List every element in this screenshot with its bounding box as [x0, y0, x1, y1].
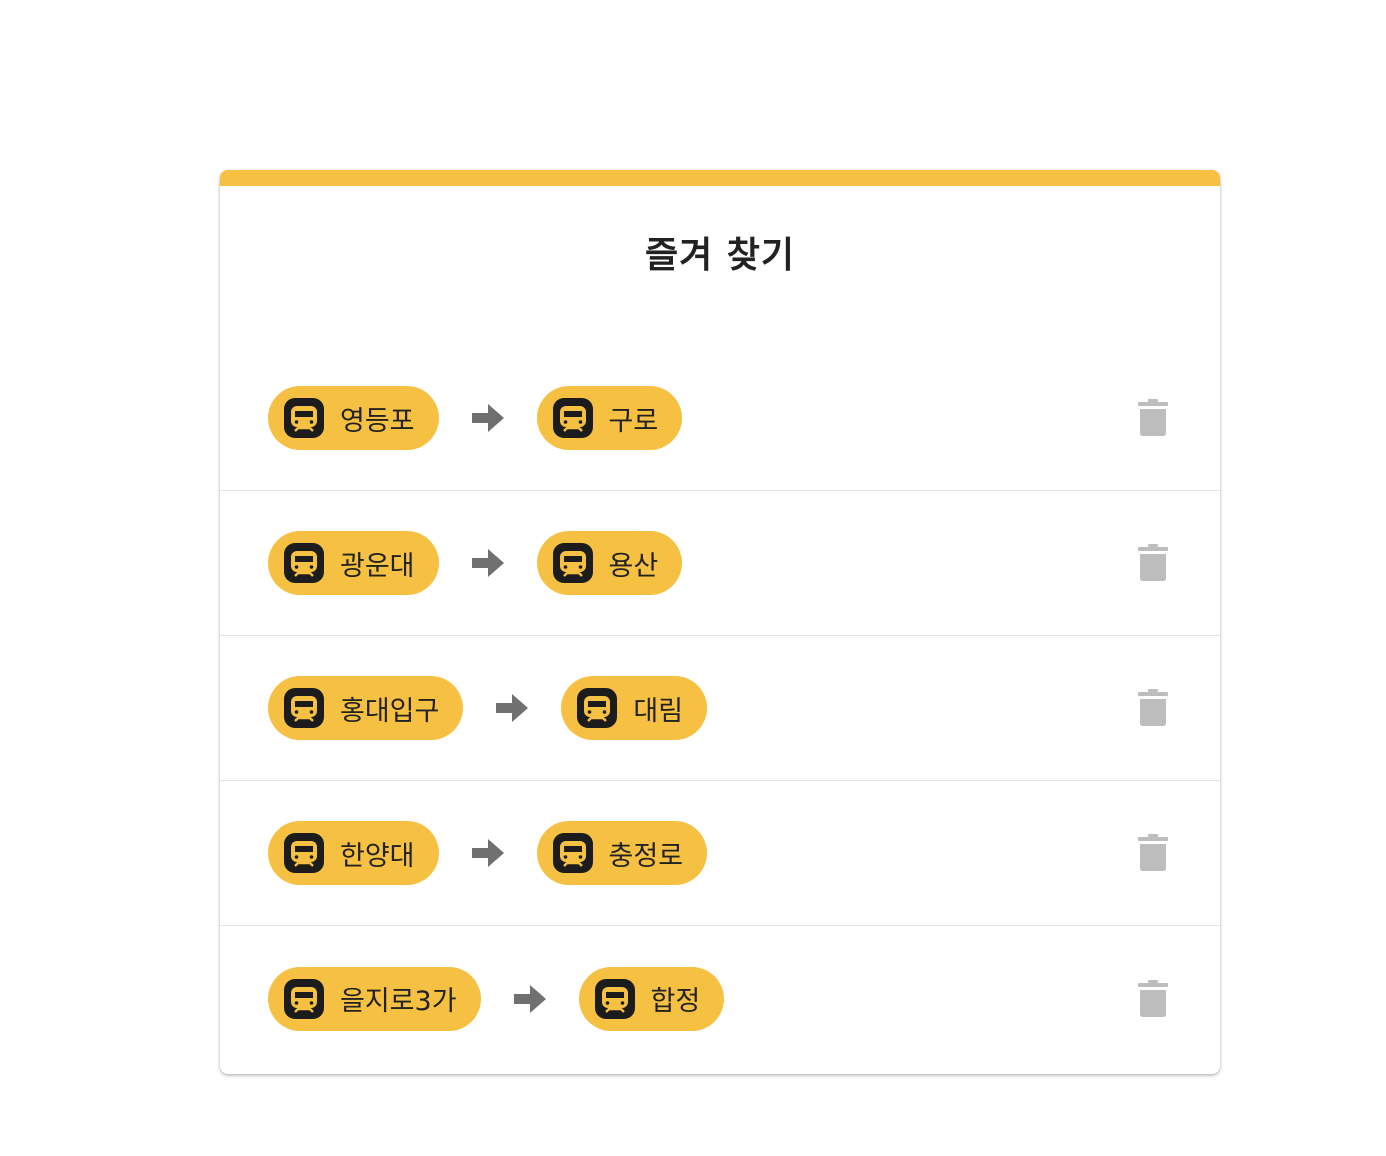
arrow-right-icon: [471, 549, 504, 577]
subway-icon: [284, 833, 324, 873]
trash-icon: [1138, 834, 1168, 871]
delete-favorite-button[interactable]: [1138, 834, 1168, 872]
trash-icon: [1138, 689, 1168, 726]
favorite-row: 홍대입구 대림: [220, 636, 1220, 781]
favorites-list: 영등포 구로광운대 용산홍대입구 대림한양대 충정로을지로3가 합정: [220, 346, 1220, 1071]
arrow-right-icon: [471, 839, 504, 867]
delete-favorite-button[interactable]: [1138, 979, 1168, 1018]
subway-icon: [284, 398, 324, 438]
subway-icon: [284, 543, 324, 583]
trash-icon: [1138, 979, 1168, 1017]
favorite-row: 한양대 충정로: [220, 781, 1220, 926]
station-chip-from[interactable]: 광운대: [268, 531, 439, 595]
station-chip-from[interactable]: 홍대입구: [268, 676, 464, 740]
arrow-right-icon: [496, 694, 529, 722]
station-chip-to[interactable]: 대림: [561, 676, 708, 740]
arrow-right-icon: [513, 984, 546, 1013]
delete-favorite-button[interactable]: [1138, 399, 1168, 437]
station-chip-to[interactable]: 합정: [578, 966, 725, 1031]
favorite-row: 을지로3가 합정: [220, 926, 1220, 1071]
station-chip-to[interactable]: 충정로: [536, 821, 708, 885]
arrow-right-icon: [471, 404, 504, 432]
delete-favorite-button[interactable]: [1138, 544, 1168, 582]
station-chip-to[interactable]: 구로: [536, 386, 683, 450]
favorites-card: 즐겨 찾기 영등포 구로광운대 용산홍대입구 대림한양대 충정로을지로3가 합정: [220, 170, 1220, 1074]
subway-icon: [594, 978, 635, 1019]
station-chip-to[interactable]: 용산: [536, 531, 683, 595]
station-name: 구로: [608, 405, 659, 437]
delete-favorite-button[interactable]: [1138, 689, 1168, 727]
station-chip-from[interactable]: 영등포: [268, 386, 439, 450]
subway-icon: [284, 978, 324, 1019]
trash-icon: [1138, 399, 1168, 436]
station-name: 합정: [650, 986, 701, 1017]
trash-icon: [1138, 544, 1168, 581]
station-name: 을지로3가: [340, 986, 457, 1017]
station-name: 용산: [608, 550, 659, 582]
station-name: 영등포: [340, 405, 415, 437]
subway-icon: [284, 688, 324, 728]
station-name: 홍대입구: [340, 695, 440, 727]
station-chip-from[interactable]: 을지로3가: [268, 966, 481, 1031]
station-name: 충정로: [608, 840, 684, 872]
station-name: 대림: [633, 695, 684, 727]
favorite-row: 광운대 용산: [220, 491, 1220, 636]
subway-icon: [552, 543, 593, 583]
subway-icon: [552, 398, 593, 438]
card-accent-bar: [220, 170, 1220, 186]
station-name: 광운대: [340, 550, 415, 582]
station-name: 한양대: [340, 840, 415, 872]
station-chip-from[interactable]: 한양대: [268, 821, 439, 885]
subway-icon: [552, 833, 593, 873]
subway-icon: [577, 688, 618, 728]
favorite-row: 영등포 구로: [220, 346, 1220, 491]
page-title: 즐겨 찾기: [644, 235, 795, 276]
